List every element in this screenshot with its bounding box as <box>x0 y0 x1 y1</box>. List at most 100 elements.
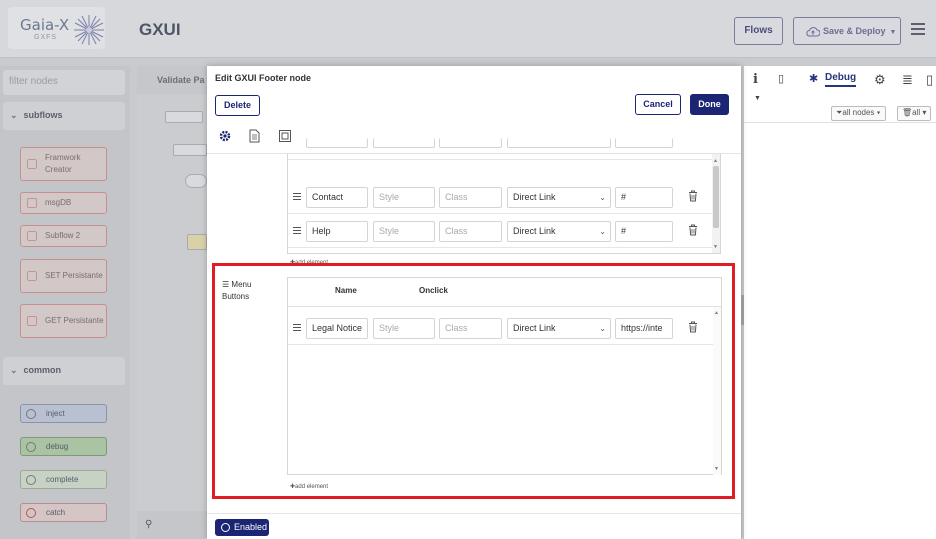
scrollbar[interactable]: ▲ ▼ <box>712 154 720 253</box>
category-label: subflows <box>23 110 63 120</box>
enabled-circle-icon <box>221 523 230 532</box>
debug-bug-icon <box>26 442 36 452</box>
debug-sidebar: i ▯ ✱ Debug ⚙ ≣ ▯ ▼ ⏷all nodes ▾ 🗑all ▾ <box>744 66 936 539</box>
subflow-icon <box>27 159 37 169</box>
flow-node[interactable] <box>187 234 207 250</box>
divider <box>744 122 936 123</box>
category-label: common <box>23 365 62 375</box>
subflow-icon <box>27 271 37 281</box>
name-input[interactable] <box>306 138 368 148</box>
debug-clear-label: all <box>912 108 921 117</box>
list-item: Help Style Class Direct Link ⌄ # <box>288 214 720 248</box>
style-input[interactable]: Style <box>373 221 435 242</box>
url-input[interactable]: # <box>615 187 673 208</box>
link-type-value: Direct Link <box>513 226 556 236</box>
palette-node-debug[interactable]: debug <box>20 437 107 456</box>
class-input[interactable] <box>439 138 502 148</box>
complete-icon <box>26 475 36 485</box>
book-icon[interactable]: ▯ <box>778 72 784 85</box>
palette-node-framwork-creator[interactable]: Framwork Creator <box>20 147 107 181</box>
node-label: debug <box>46 442 69 451</box>
class-input[interactable]: Class <box>439 187 502 208</box>
tab-debug[interactable]: Debug <box>825 72 857 87</box>
debug-filter-nodes[interactable]: ⏷all nodes ▾ <box>831 106 886 121</box>
node-label: complete <box>46 475 79 484</box>
inject-icon <box>26 409 36 419</box>
flow-node[interactable] <box>185 174 207 188</box>
scroll-down-icon[interactable]: ▼ <box>713 244 718 250</box>
chevron-down-icon: ⌄ <box>10 365 18 375</box>
save-deploy-label: Save & Deploy <box>823 26 886 36</box>
logo-text: Gaia-X <box>20 16 70 34</box>
name-input[interactable]: Help <box>306 221 368 242</box>
chevron-down-icon: ⌄ <box>599 193 606 202</box>
divider <box>207 513 741 514</box>
palette-node-complete[interactable]: complete <box>20 470 107 489</box>
style-input[interactable] <box>373 138 435 148</box>
link-type-select[interactable] <box>507 138 611 148</box>
gear-icon[interactable] <box>218 129 232 143</box>
done-button[interactable]: Done <box>690 94 729 115</box>
info-icon[interactable]: i <box>753 72 758 87</box>
search-icon[interactable]: ⚲ <box>145 519 152 530</box>
delete-row-icon[interactable] <box>688 190 698 202</box>
app-title: GXUI <box>139 20 181 39</box>
list-item: Contact Style Class Direct Link ⌄ # <box>288 180 720 214</box>
palette-node-subflow-2[interactable]: Subflow 2 <box>20 225 107 247</box>
enabled-label: Enabled <box>234 522 268 532</box>
flow-workspace[interactable]: Validate Pa ⚲ <box>137 66 207 539</box>
link-type-select[interactable]: Direct Link ⌄ <box>507 221 611 242</box>
resize-handle[interactable] <box>741 295 744 325</box>
link-type-select[interactable]: Direct Link ⌄ <box>507 187 611 208</box>
delete-button[interactable]: Delete <box>215 95 260 116</box>
delete-row-icon[interactable] <box>688 224 698 236</box>
node-label: catch <box>46 508 66 517</box>
chevron-down-icon[interactable]: ▼ <box>754 95 761 102</box>
node-label: Subflow 2 <box>45 231 81 240</box>
scrollbar-thumb[interactable] <box>713 166 719 228</box>
sidebar-tabs: i ▯ ✱ Debug ⚙ ≣ ▯ ▼ <box>744 66 936 102</box>
gear-icon[interactable]: ⚙ <box>874 72 886 88</box>
links-list[interactable]: Contact Style Class Direct Link ⌄ # Help … <box>287 138 721 254</box>
flow-node[interactable] <box>165 111 203 123</box>
debug-clear-all[interactable]: 🗑all ▾ <box>897 106 932 121</box>
hamburger-menu-icon[interactable] <box>911 23 925 35</box>
app-header: Gaia-X GXFS GXUI Flows Save & Deploy ▼ <box>0 0 936 58</box>
catch-icon <box>26 508 36 518</box>
name-input[interactable]: Contact <box>306 187 368 208</box>
node-label: Framwork Creator <box>45 153 81 174</box>
tab-validate[interactable]: Validate Pa <box>137 66 207 94</box>
palette-node-inject[interactable]: inject <box>20 404 107 423</box>
workspace-footer: ⚲ <box>137 511 207 539</box>
class-input[interactable]: Class <box>439 221 502 242</box>
save-deploy-button[interactable]: Save & Deploy ▼ <box>793 17 901 45</box>
tray-title: Edit GXUI Footer node <box>215 73 311 83</box>
palette-node-set-persistante[interactable]: SET Persistante <box>20 259 107 293</box>
filter-nodes-input[interactable]: filter nodes <box>3 70 125 95</box>
flows-button[interactable]: Flows <box>734 17 783 45</box>
url-input[interactable]: # <box>615 221 673 242</box>
node-label: inject <box>46 409 65 418</box>
scroll-up-icon[interactable]: ▲ <box>713 158 718 164</box>
style-input[interactable]: Style <box>373 187 435 208</box>
drag-handle-icon[interactable] <box>293 193 301 200</box>
palette-node-catch[interactable]: catch <box>20 503 107 522</box>
url-input[interactable] <box>615 138 673 148</box>
flow-node[interactable] <box>173 144 207 156</box>
panel-icon[interactable]: ▯ <box>926 72 933 88</box>
gaia-x-logo: Gaia-X GXFS <box>8 7 105 49</box>
cloud-upload-icon <box>806 26 821 37</box>
cancel-button[interactable]: Cancel <box>635 94 681 115</box>
enabled-toggle[interactable]: Enabled <box>215 519 269 536</box>
logo-star-icon <box>74 15 104 45</box>
category-common[interactable]: ⌄ common <box>3 357 125 385</box>
palette-node-msgdb[interactable]: msgDB <box>20 192 107 214</box>
palette-node-get-persistante[interactable]: GET Persistante <box>20 304 107 338</box>
chevron-down-icon: ▼ <box>889 29 897 36</box>
description-icon[interactable] <box>247 129 261 143</box>
drag-handle-icon[interactable] <box>293 227 301 234</box>
node-label: SET Persistante <box>45 271 103 280</box>
database-icon[interactable]: ≣ <box>902 72 913 88</box>
category-subflows[interactable]: ⌄ subflows <box>3 102 125 130</box>
subflow-icon <box>27 316 37 326</box>
